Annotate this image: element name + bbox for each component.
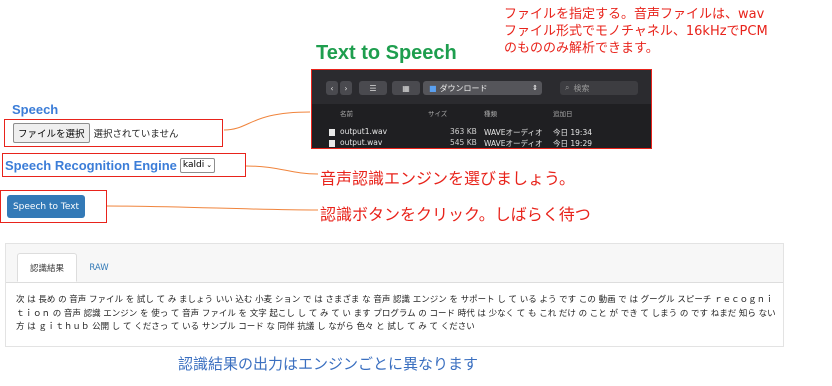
engine-instruction-note: 音声認識エンジンを選びましょう。	[320, 169, 576, 188]
file-name: output1.wav	[340, 127, 388, 136]
file-instruction-line: ファイルを指定する。音声ファイルは、wav	[504, 7, 765, 22]
column-kind[interactable]: 種類	[484, 108, 497, 118]
engine-select[interactable]: kaldi ⌄	[179, 157, 216, 173]
button-instruction-note: 認識ボタンをクリック。しばらく待つ	[320, 205, 591, 224]
speech-file-field: ファイルを選択 選択されていません	[4, 119, 223, 147]
speech-label: Speech	[12, 102, 59, 117]
column-size[interactable]: サイズ	[428, 108, 447, 118]
speech-to-text-button[interactable]: Speech to Text	[7, 195, 85, 218]
page-title: Text to Speech	[316, 42, 457, 64]
action-button-frame: Speech to Text	[0, 190, 107, 223]
search-input[interactable]: ⌕ 検索	[560, 81, 638, 95]
file-added: 今日 19:34	[553, 128, 592, 137]
tab-raw[interactable]: RAW	[77, 253, 121, 282]
chevron-left-icon: ‹	[330, 83, 334, 93]
file-row[interactable]: output.wav 545 KB WAVEオーディオ 今日 19:29	[312, 138, 651, 148]
file-list-header: 名前 サイズ 種類 追加日	[312, 108, 651, 122]
forward-button[interactable]: ›	[340, 81, 352, 95]
location-label: ダウンロード	[439, 83, 488, 93]
file-kind: WAVEオーディオ	[484, 128, 543, 137]
chevron-down-icon: ⌄	[206, 161, 213, 169]
result-note: 認識結果の出力はエンジンごとに異なります	[178, 355, 479, 373]
file-instruction-line: ファイル形式でモノチャネル、16kHzでPCM	[504, 24, 768, 39]
choose-file-button[interactable]: ファイルを選択	[13, 123, 90, 143]
chevron-right-icon: ›	[344, 83, 348, 93]
folder-icon: ■	[429, 83, 437, 93]
file-name: output.wav	[340, 138, 383, 147]
file-row[interactable]: output1.wav 363 KB WAVEオーディオ 今日 19:34	[312, 127, 651, 138]
file-size: 363 KB	[450, 127, 477, 136]
grid-view-button[interactable]: ▦	[392, 81, 420, 95]
result-tabs: 認識結果 RAW	[6, 244, 783, 283]
file-status-text: 選択されていません	[93, 129, 179, 140]
file-kind: WAVEオーディオ	[484, 139, 543, 148]
file-icon	[329, 129, 335, 136]
engine-label: Speech Recognition Engine	[5, 157, 177, 173]
search-placeholder: 検索	[573, 83, 590, 93]
location-select[interactable]: ■ ダウンロード ⇕	[423, 81, 542, 95]
engine-field: Speech Recognition Engine kaldi ⌄	[2, 153, 246, 177]
chevron-updown-icon: ⇕	[532, 84, 538, 92]
dialog-toolbar: ‹ › ☰ ▦ ■ ダウンロード ⇕ ⌕ 検索	[312, 70, 651, 104]
file-instruction-line: のもののみ解析できます。	[504, 41, 659, 56]
engine-selected-value: kaldi	[182, 160, 205, 170]
file-added: 今日 19:29	[553, 139, 592, 148]
file-instruction-note: ファイルを指定する。音声ファイルは、wav ファイル形式でモノチャネル、16kH…	[504, 6, 828, 57]
file-size: 545 KB	[450, 138, 477, 147]
grid-icon: ▦	[402, 83, 410, 93]
tab-recognition-result[interactable]: 認識結果	[17, 253, 77, 282]
recognition-result-text: 次 は 長め の 音声 ファイル を 試し て み ましょう いい 込む 小麦 …	[16, 295, 776, 332]
file-icon	[329, 140, 335, 147]
list-view-button[interactable]: ☰	[359, 81, 387, 95]
list-icon: ☰	[369, 83, 377, 93]
column-name[interactable]: 名前	[340, 108, 353, 118]
back-button[interactable]: ‹	[326, 81, 338, 95]
search-icon: ⌕	[565, 83, 570, 92]
result-panel: 認識結果 RAW 次 は 長め の 音声 ファイル を 試し て み ましょう …	[5, 243, 784, 347]
file-dialog: ‹ › ☰ ▦ ■ ダウンロード ⇕ ⌕ 検索 名前 サイズ 種類 追加日 ou…	[311, 69, 652, 149]
column-added[interactable]: 追加日	[553, 108, 573, 118]
